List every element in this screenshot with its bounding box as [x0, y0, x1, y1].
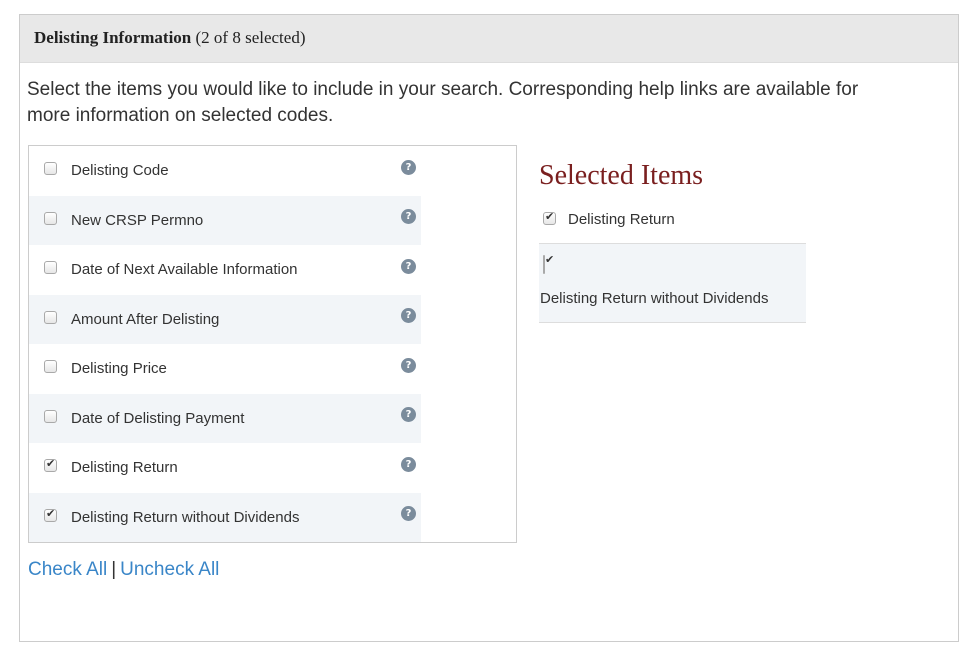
checkbox-label: Amount After Delisting	[71, 310, 220, 328]
checklist-row-delisting-return-no-div[interactable]: Delisting Return without Dividends ?	[29, 492, 421, 542]
checkbox[interactable]	[44, 211, 57, 225]
help-icon[interactable]: ?	[401, 308, 416, 324]
checkbox[interactable]	[44, 261, 57, 275]
checklist-row-delisting-price[interactable]: Delisting Price ?	[29, 344, 421, 394]
checklist-row-new-crsp-permno[interactable]: New CRSP Permno ?	[29, 195, 421, 245]
help-icon[interactable]: ?	[401, 506, 416, 522]
selected-item[interactable]: Delisting Return	[539, 206, 806, 244]
panel-title: Delisting Information	[34, 28, 192, 47]
checklist-row-date-next-info[interactable]: Date of Next Available Information ?	[29, 245, 421, 295]
checkbox[interactable]	[44, 507, 57, 522]
checkbox[interactable]	[44, 162, 57, 176]
checklist-row-delisting-code[interactable]: Delisting Code ?	[29, 146, 421, 196]
selection-count: (2 of 8 selected)	[195, 28, 306, 47]
checkbox-label: Delisting Return without Dividends	[71, 508, 300, 526]
checkbox[interactable]	[44, 409, 57, 423]
selected-items-title: Selected Items	[539, 160, 704, 191]
help-icon[interactable]: ?	[401, 407, 416, 423]
selected-item[interactable]: Delisting Return without Dividends	[539, 244, 806, 323]
checkbox-label: Date of Delisting Payment	[71, 409, 245, 427]
checkbox[interactable]	[44, 310, 57, 324]
check-all-link[interactable]: Check All	[28, 559, 107, 580]
selected-item-label: Delisting Return	[568, 211, 675, 228]
selected-item-label: Delisting Return without Dividends	[540, 290, 769, 307]
checkbox-label: Delisting Return	[71, 459, 178, 477]
help-icon[interactable]: ?	[401, 159, 416, 175]
checkbox[interactable]	[44, 360, 57, 374]
help-icon[interactable]: ?	[401, 258, 416, 274]
checkbox[interactable]	[44, 457, 57, 473]
checkbox-label: Date of Next Available Information	[71, 261, 298, 279]
bulk-select-links: Check All | Uncheck All	[28, 559, 219, 581]
checkbox[interactable]	[543, 210, 556, 225]
checkbox[interactable]	[543, 255, 545, 274]
intro-text: Select the items you would like to inclu…	[27, 79, 859, 126]
uncheck-all-link[interactable]: Uncheck All	[120, 559, 219, 580]
checklist-row-amount-after-delisting[interactable]: Amount After Delisting ?	[29, 294, 421, 344]
selected-items-panel: Selected Items Delisting Return Delistin…	[539, 160, 806, 323]
help-icon[interactable]: ?	[401, 456, 416, 472]
checkbox-label: Delisting Code	[71, 162, 169, 180]
checkbox-label: Delisting Price	[71, 360, 167, 378]
checklist-row-date-delisting-payment[interactable]: Date of Delisting Payment ?	[29, 393, 421, 443]
link-separator: |	[111, 559, 117, 580]
help-icon[interactable]: ?	[401, 209, 416, 225]
help-icon[interactable]: ?	[401, 357, 416, 373]
item-checklist: Delisting Code ? New CRSP Permno ? Date …	[28, 145, 517, 543]
checklist-row-delisting-return[interactable]: Delisting Return ?	[29, 443, 421, 493]
checkbox-label: New CRSP Permno	[71, 211, 204, 229]
panel-header: Delisting Information (2 of 8 selected)	[20, 15, 958, 63]
